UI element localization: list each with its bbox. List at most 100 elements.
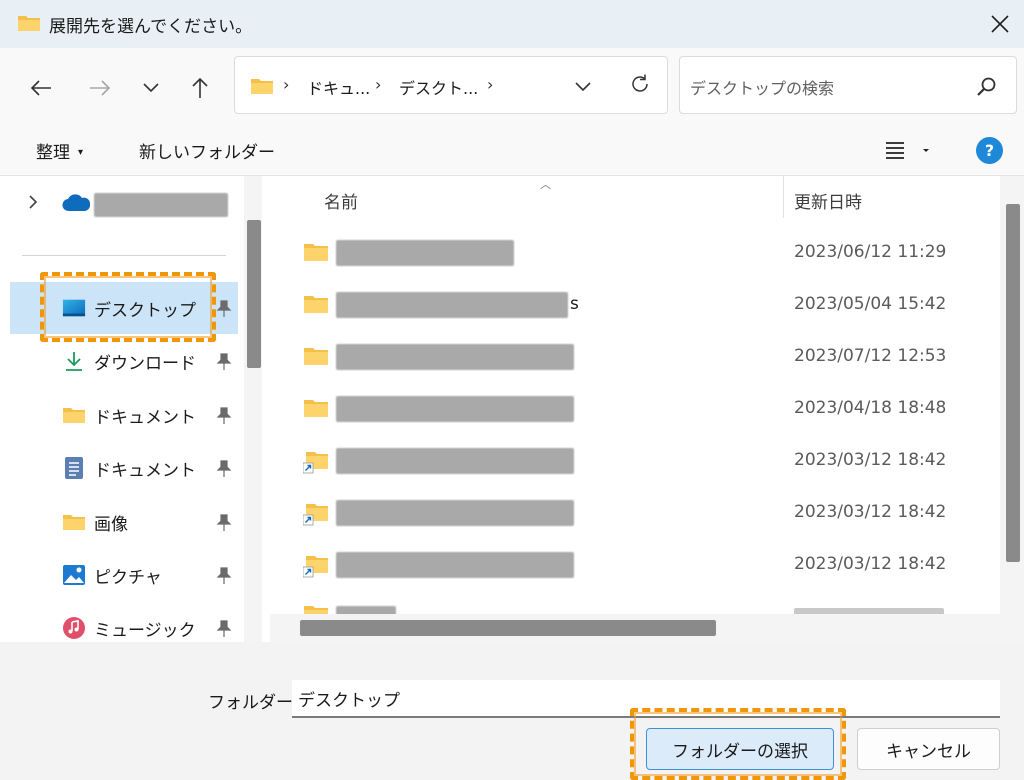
- breadcrumb-chevron-icon: ›: [375, 75, 382, 94]
- back-button[interactable]: [23, 70, 59, 106]
- pin-icon: [216, 620, 232, 642]
- row-modified: 2023/03/12 18:42: [794, 502, 947, 522]
- organize-label: 整理: [36, 143, 70, 163]
- column-header-name[interactable]: 名前: [324, 188, 358, 213]
- caret-down-icon: ▾: [78, 147, 84, 158]
- row-modified: 2023/05/04 15:42: [794, 294, 947, 314]
- document-icon: [62, 457, 86, 479]
- refresh-icon: [632, 74, 648, 92]
- chevron-down-icon: [143, 83, 159, 93]
- folder-picker-dialog: 展開先を選んでください。 › ドキュ... › デスクト... › デスクトップ…: [0, 0, 1024, 780]
- nav-pane-scroll-thumb[interactable]: [247, 220, 261, 368]
- recent-locations-button[interactable]: [133, 70, 169, 106]
- file-list: ︿ 名前 更新日時 2023/06/12 11:29 s 2023/05/04 …: [270, 176, 1024, 642]
- file-list-horizontal-scroll-thumb[interactable]: [300, 620, 716, 636]
- arrow-left-icon: [30, 80, 51, 96]
- table-row[interactable]: 2023/07/12 12:53: [270, 332, 1000, 384]
- pin-icon: [216, 300, 232, 322]
- nav-item-label[interactable]: ピクチャ: [94, 563, 162, 588]
- folder-field-label: フォルダー:: [208, 693, 299, 713]
- pane-divider: [22, 255, 226, 256]
- search-input[interactable]: デスクトップの検索: [690, 75, 834, 99]
- dialog-footer: フォルダー: フォルダーの選択 キャンセル: [0, 642, 1024, 780]
- help-icon: ?: [984, 141, 995, 160]
- new-folder-button[interactable]: 新しいフォルダー: [139, 138, 275, 163]
- close-icon: [991, 15, 1009, 33]
- row-modified: 2023/03/12 18:42: [794, 450, 947, 470]
- navigation-bar: › ドキュ... › デスクト... › デスクトップの検索: [0, 48, 1024, 124]
- chevron-down-icon: [575, 82, 591, 92]
- table-row[interactable]: 2023/04/18 18:48: [270, 384, 1000, 436]
- row-modified: 2023/06/12 11:29: [794, 242, 947, 262]
- folder-icon: [303, 294, 329, 318]
- view-options-button[interactable]: [884, 138, 934, 162]
- redacted-file-name: [336, 396, 574, 422]
- download-icon: [62, 350, 86, 372]
- breadcrumb-chevron-icon: ›: [487, 75, 494, 94]
- table-row[interactable]: [270, 592, 1000, 614]
- folder-icon: [17, 13, 41, 37]
- nav-item-label[interactable]: 画像: [94, 510, 128, 535]
- redacted-file-name: [336, 606, 396, 614]
- search-icon[interactable]: [976, 76, 998, 102]
- search-box[interactable]: デスクトップの検索: [679, 56, 1017, 114]
- music-icon: [62, 617, 86, 639]
- breadcrumb-segment[interactable]: ドキュ...: [307, 75, 370, 99]
- folder-icon: [250, 77, 274, 99]
- table-row[interactable]: 2023/06/12 11:29: [270, 228, 1000, 280]
- refresh-button[interactable]: [629, 73, 651, 99]
- pin-icon: [216, 514, 232, 536]
- pin-icon: [216, 567, 232, 589]
- organize-button[interactable]: 整理 ▾: [36, 138, 83, 163]
- table-row[interactable]: 2023/03/12 18:42: [270, 488, 1000, 540]
- file-list-vertical-scroll-thumb[interactable]: [1006, 204, 1020, 562]
- row-modified: 2023/03/12 18:42: [794, 554, 947, 574]
- window-title: 展開先を選んでください。: [49, 17, 253, 37]
- navigation-pane: デスクトップ ダウンロード ドキュメント ドキュメント 画像 ピクチャ ミュージ…: [0, 176, 262, 642]
- row-name-tail: s: [570, 294, 579, 314]
- table-row[interactable]: 2023/03/12 18:42: [270, 436, 1000, 488]
- highlight-annotation: [630, 708, 846, 780]
- command-bar: 整理 ▾ 新しいフォルダー ?: [0, 124, 1024, 176]
- title-bar: 展開先を選んでください。: [0, 0, 1024, 48]
- breadcrumb-chevron-icon: ›: [283, 75, 290, 94]
- sort-ascending-icon: ︿: [540, 178, 551, 191]
- nav-item-label[interactable]: ドキュメント: [94, 456, 196, 481]
- onedrive-icon: [62, 194, 92, 216]
- list-view-icon: [886, 142, 929, 159]
- expand-chevron-icon[interactable]: [28, 194, 38, 214]
- highlight-annotation: [40, 272, 216, 342]
- folder-icon: [303, 346, 329, 370]
- folder-icon: [303, 398, 329, 422]
- up-button[interactable]: [182, 70, 218, 106]
- pin-icon: [216, 460, 232, 482]
- pin-icon: [216, 407, 232, 429]
- folder-shortcut-icon: [302, 502, 329, 530]
- nav-item-label[interactable]: ダウンロード: [94, 349, 196, 374]
- close-button[interactable]: [976, 0, 1024, 48]
- redacted-file-name: [336, 500, 574, 526]
- arrow-right-icon: [90, 80, 111, 96]
- folder-icon: [303, 604, 329, 614]
- table-row[interactable]: 2023/03/12 18:42: [270, 540, 1000, 592]
- folder-icon: [62, 404, 86, 426]
- row-modified: 2023/04/18 18:48: [794, 398, 947, 418]
- folder-shortcut-icon: [302, 450, 329, 478]
- redacted-file-name: [336, 344, 574, 370]
- table-row[interactable]: s 2023/05/04 15:42: [270, 280, 1000, 332]
- folder-icon: [62, 511, 86, 533]
- redacted-label: [94, 193, 228, 217]
- breadcrumb-segment[interactable]: デスクト...: [399, 75, 478, 99]
- address-bar[interactable]: › ドキュ... › デスクト... ›: [234, 56, 668, 114]
- address-dropdown-button[interactable]: [575, 77, 591, 96]
- column-header-modified[interactable]: 更新日時: [794, 188, 862, 213]
- cancel-button[interactable]: キャンセル: [857, 728, 1000, 770]
- nav-item-label[interactable]: ミュージック: [94, 616, 196, 641]
- nav-item-label[interactable]: ドキュメント: [94, 403, 196, 428]
- forward-button[interactable]: [82, 70, 118, 106]
- column-separator[interactable]: [783, 176, 784, 218]
- help-button[interactable]: ?: [976, 137, 1003, 164]
- row-modified: 2023/07/12 12:53: [794, 346, 947, 366]
- pin-icon: [216, 353, 232, 375]
- redacted-file-name: [336, 240, 514, 266]
